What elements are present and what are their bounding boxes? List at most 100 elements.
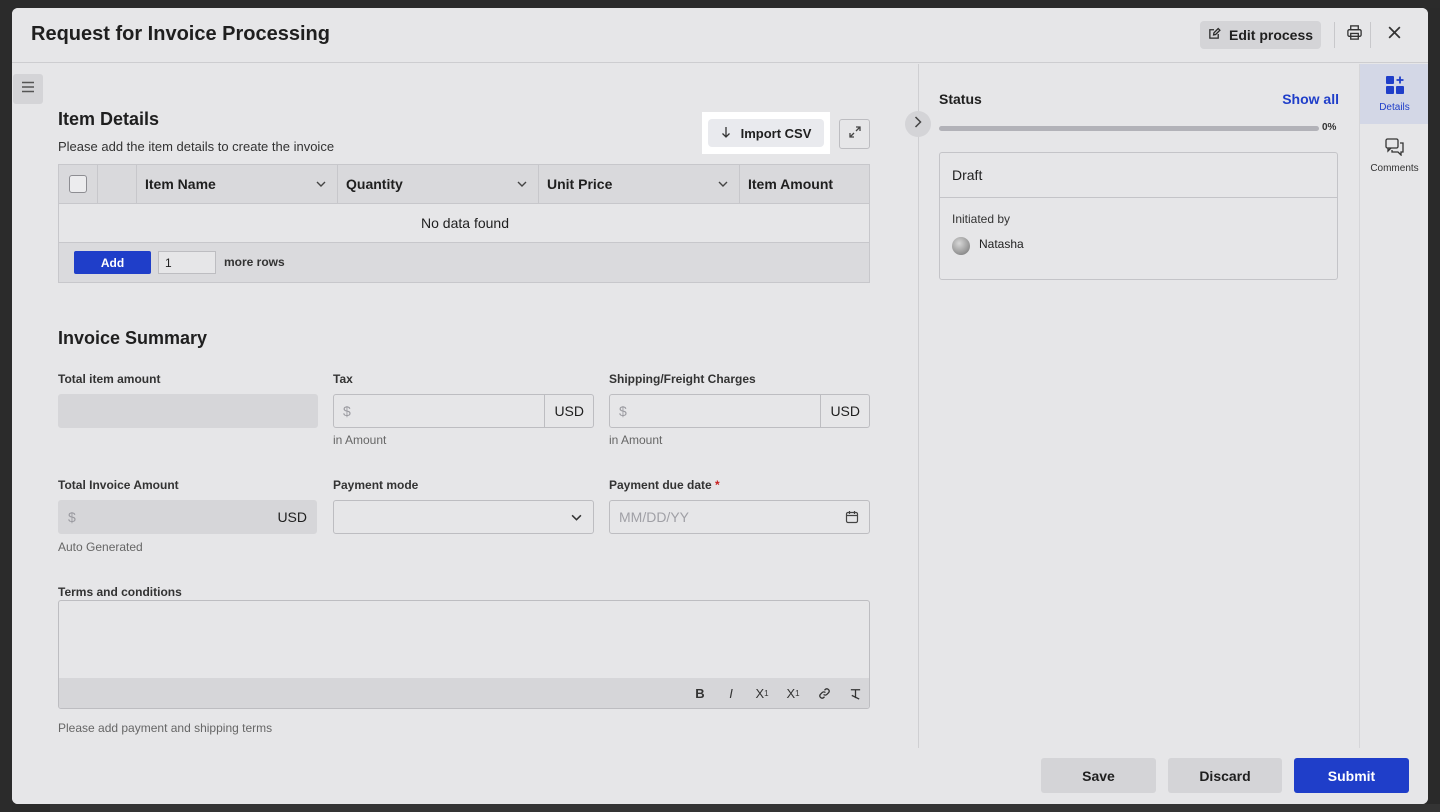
rail-tab-label: Comments	[1370, 163, 1419, 174]
arrow-down-icon	[721, 126, 731, 141]
edit-icon	[1208, 27, 1221, 43]
total-invoice-field: $ USD	[58, 500, 317, 534]
invoice-modal: Request for Invoice Processing Edit proc…	[12, 8, 1428, 804]
column-header-label: Unit Price	[547, 176, 613, 192]
currency-prefix: $	[343, 403, 351, 419]
rail-tab-comments[interactable]: Comments	[1360, 126, 1428, 186]
import-csv-label: Import CSV	[740, 125, 812, 141]
print-button[interactable]	[1342, 23, 1366, 47]
invoice-summary-title: Invoice Summary	[58, 328, 208, 348]
progress-percent: 0%	[1322, 122, 1337, 133]
save-button[interactable]: Save	[1041, 758, 1156, 793]
comments-icon	[1384, 138, 1405, 159]
currency-suffix: USD	[544, 395, 593, 427]
printer-icon	[1346, 24, 1363, 46]
shipping-input[interactable]: $ USD	[609, 394, 870, 428]
total-invoice-hint: Auto Generated	[58, 540, 143, 554]
column-header-item-name[interactable]: Item Name	[137, 165, 338, 203]
side-rail: Details Comments	[1359, 64, 1428, 748]
header-divider	[1334, 22, 1335, 48]
currency-prefix: $	[619, 403, 627, 419]
superscript-icon[interactable]: X1	[781, 682, 805, 704]
payment-mode-label: Payment mode	[333, 478, 419, 492]
italic-icon[interactable]: I	[719, 682, 743, 704]
expand-icon	[848, 125, 861, 143]
column-header-quantity[interactable]: Quantity	[338, 165, 539, 203]
status-panel: Status Show all 0% Draft Initiated by Na…	[919, 64, 1359, 748]
rows-count-input[interactable]: 1	[158, 251, 216, 274]
select-all-checkbox[interactable]	[69, 175, 87, 193]
chevron-down-icon[interactable]	[559, 501, 593, 533]
grid-header: Item Name Quantity Unit Price Item Amoun…	[59, 165, 869, 204]
terms-hint: Please add payment and shipping terms	[58, 721, 273, 735]
show-all-link[interactable]: Show all	[1282, 91, 1339, 107]
currency-suffix: USD	[277, 509, 307, 525]
column-header-label: Item Name	[145, 176, 216, 192]
edit-process-button[interactable]: Edit process	[1200, 21, 1321, 49]
chevron-down-icon[interactable]	[713, 181, 733, 187]
total-invoice-label: Total Invoice Amount	[58, 478, 179, 492]
payment-due-date-input[interactable]: MM/DD/YY	[609, 500, 870, 534]
total-item-amount-field	[58, 394, 318, 428]
grid-footer: Add 1 more rows	[59, 243, 869, 282]
currency-prefix: $	[68, 509, 76, 525]
backdrop	[0, 0, 12, 812]
tax-input[interactable]: $ USD	[333, 394, 594, 428]
page-title: Request for Invoice Processing	[31, 23, 330, 45]
shipping-label: Shipping/Freight Charges	[609, 372, 756, 386]
initiator-name: Natasha	[979, 237, 1024, 251]
row-number-header	[98, 165, 137, 203]
editor-toolbar: B I X1 X1	[59, 678, 869, 708]
date-placeholder: MM/DD/YY	[619, 509, 689, 525]
terms-editor[interactable]: B I X1 X1	[58, 600, 870, 709]
avatar	[952, 237, 970, 255]
close-button[interactable]	[1382, 23, 1406, 47]
expand-button[interactable]	[839, 119, 870, 149]
currency-suffix: USD	[820, 395, 869, 427]
details-icon	[1385, 75, 1405, 98]
submit-button[interactable]: Submit	[1294, 758, 1409, 793]
import-csv-button[interactable]: Import CSV	[708, 119, 824, 147]
bold-icon[interactable]: B	[688, 682, 712, 704]
column-header-unit-price[interactable]: Unit Price	[539, 165, 740, 203]
terms-label: Terms and conditions	[58, 585, 182, 599]
item-details-title: Item Details	[58, 109, 160, 129]
calendar-icon[interactable]	[835, 501, 869, 533]
grid-empty-message: No data found	[59, 204, 869, 243]
payment-mode-select[interactable]	[333, 500, 594, 534]
total-item-amount-label: Total item amount	[58, 372, 161, 386]
tax-hint: in Amount	[333, 433, 387, 447]
status-stage: Draft	[940, 153, 1337, 198]
column-header-item-amount[interactable]: Item Amount	[740, 165, 869, 203]
status-progress-bar	[939, 126, 1319, 131]
modal-header: Request for Invoice Processing Edit proc…	[12, 8, 1428, 63]
more-rows-label: more rows	[224, 255, 285, 269]
select-all-cell	[59, 165, 98, 203]
payment-due-label-text: Payment due date	[609, 478, 712, 492]
subscript-icon[interactable]: X1	[750, 682, 774, 704]
required-marker: *	[715, 478, 720, 492]
chevron-down-icon[interactable]	[512, 181, 532, 187]
discard-button[interactable]: Discard	[1168, 758, 1282, 793]
backdrop	[0, 0, 1440, 8]
initiated-by-label: Initiated by	[952, 212, 1011, 226]
backdrop	[50, 804, 1440, 812]
close-icon	[1387, 25, 1402, 45]
column-header-label: Quantity	[346, 176, 403, 192]
shipping-hint: in Amount	[609, 433, 663, 447]
chevron-down-icon[interactable]	[311, 181, 331, 187]
rail-tab-label: Details	[1379, 102, 1410, 113]
item-details-subtitle: Please add the item details to create th…	[58, 139, 335, 154]
footer-actions: Save Discard Submit	[12, 748, 1428, 804]
status-label: Status	[939, 91, 982, 107]
link-icon[interactable]	[812, 682, 836, 704]
payment-due-label: Payment due date *	[609, 478, 720, 492]
item-grid: Item Name Quantity Unit Price Item Amoun…	[58, 164, 870, 283]
status-card: Draft Initiated by Natasha	[939, 152, 1338, 280]
tax-label: Tax	[333, 372, 353, 386]
rail-tab-details[interactable]: Details	[1360, 64, 1428, 124]
header-divider	[1370, 22, 1371, 48]
column-header-label: Item Amount	[748, 176, 834, 192]
add-rows-button[interactable]: Add	[74, 251, 151, 274]
clear-format-icon[interactable]	[843, 682, 867, 704]
